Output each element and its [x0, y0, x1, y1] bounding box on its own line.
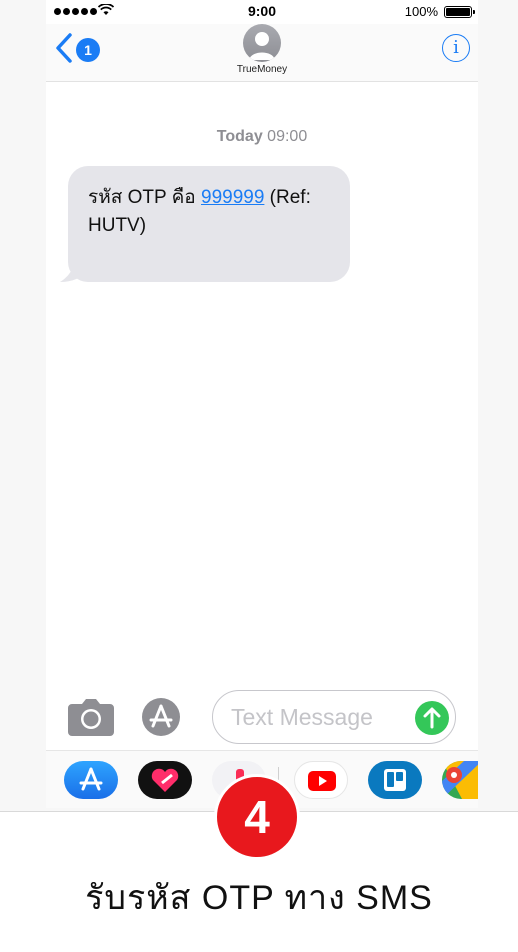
love-app-icon[interactable] [138, 761, 192, 799]
trello-icon[interactable] [368, 761, 422, 799]
google-maps-icon[interactable] [442, 761, 478, 799]
otp-code-link[interactable]: 999999 [201, 187, 264, 208]
messages-screen: 9:00 100% 1 TrueMoney i Today 09:00 รหัส… [46, 0, 478, 808]
chevron-left-icon [56, 33, 72, 63]
battery-icon [444, 6, 475, 18]
youtube-play-icon [308, 771, 336, 791]
phone-frame: 9:00 100% 1 TrueMoney i Today 09:00 รหัส… [0, 0, 518, 812]
conversation-header: 1 TrueMoney i [46, 24, 478, 82]
timestamp-time: 09:00 [267, 128, 308, 145]
step-number-badge: 4 [214, 774, 300, 860]
app-store-icon[interactable] [64, 761, 118, 799]
person-icon [249, 32, 275, 60]
contact-avatar[interactable] [243, 24, 281, 62]
send-button[interactable] [415, 701, 449, 735]
status-bar: 9:00 100% [46, 0, 478, 24]
battery-percent: 100% [404, 4, 438, 19]
message-text: รหัส OTP คือ [88, 187, 201, 208]
back-button[interactable]: 1 [54, 30, 102, 66]
message-input-field[interactable] [212, 690, 456, 744]
timestamp-day: Today [216, 128, 263, 145]
heart-icon [151, 768, 179, 792]
message-timestamp: Today 09:00 [46, 128, 478, 146]
camera-icon[interactable] [68, 698, 114, 736]
app-store-drawer-button[interactable] [142, 698, 185, 736]
youtube-icon[interactable] [294, 761, 348, 799]
app-store-icon [149, 704, 173, 728]
unread-badge: 1 [76, 38, 100, 62]
map-pin-icon [442, 761, 478, 799]
arrow-up-icon [423, 707, 441, 729]
message-input[interactable] [231, 703, 411, 731]
contact-name[interactable]: TrueMoney [46, 64, 478, 75]
step-caption: รับรหัส OTP ทาง SMS [85, 879, 433, 917]
trello-board-icon [384, 769, 406, 791]
app-store-glyph [79, 767, 103, 791]
message-bubble[interactable]: รหัส OTP คือ 999999 (Ref: HUTV) [68, 166, 350, 282]
info-button[interactable]: i [442, 34, 470, 62]
